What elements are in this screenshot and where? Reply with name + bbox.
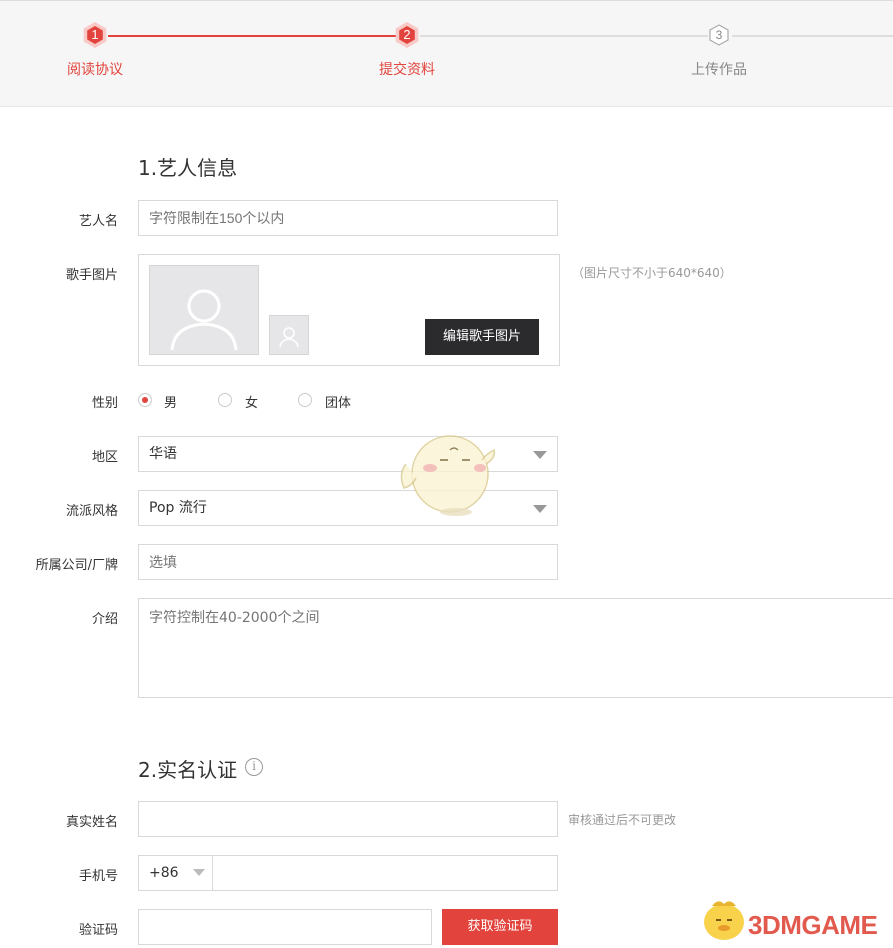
- genre-value: Pop 流行: [149, 500, 207, 516]
- step-3-badge: 3: [706, 22, 732, 48]
- phone-prefix-chevron-down-icon[interactable]: [193, 869, 205, 876]
- step-line-todo: [420, 35, 708, 37]
- artist-name-label: 艺人名: [78, 214, 118, 229]
- verify-code-label: 验证码: [78, 923, 118, 938]
- section-real-name-title: 2.实名认证: [138, 758, 238, 782]
- step-2-number: 2: [403, 27, 411, 42]
- step-1-number: 1: [91, 27, 99, 42]
- gender-radio-female[interactable]: [218, 393, 232, 407]
- company-input[interactable]: [138, 544, 558, 580]
- real-name-input[interactable]: [138, 801, 558, 837]
- step-line-done: [108, 35, 398, 37]
- info-icon[interactable]: i: [245, 758, 263, 776]
- avatar-large-placeholder[interactable]: [149, 265, 259, 355]
- step-2-label: 提交资料: [379, 62, 435, 78]
- region-value: 华语: [149, 446, 177, 462]
- intro-textarea[interactable]: [138, 598, 893, 698]
- gender-radio-male[interactable]: [138, 393, 152, 407]
- step-progress-bar: 1 阅读协议 2 提交资料 3 上传作品: [0, 0, 893, 107]
- section-artist-info-title: 1.艺人信息: [138, 156, 238, 180]
- singer-photo-box: 编辑歌手图片: [138, 254, 560, 366]
- person-icon: [170, 289, 238, 351]
- avatar-small-placeholder[interactable]: [269, 315, 309, 355]
- phone-label: 手机号: [78, 869, 118, 884]
- artist-name-input[interactable]: [138, 200, 558, 236]
- real-name-hint: 审核通过后不可更改: [568, 813, 677, 827]
- step-3-label: 上传作品: [691, 62, 747, 78]
- gender-radio-group[interactable]: [298, 393, 312, 407]
- company-label: 所属公司/厂牌: [35, 558, 118, 573]
- gender-label: 性别: [91, 396, 118, 411]
- verify-code-input[interactable]: [138, 909, 432, 945]
- step-1-label: 阅读协议: [67, 62, 123, 78]
- singer-photo-label: 歌手图片: [65, 268, 118, 283]
- genre-label: 流派风格: [65, 504, 118, 519]
- step-1-badge: 1: [82, 22, 108, 48]
- genre-chevron-down-icon[interactable]: [533, 505, 547, 513]
- gender-option-female[interactable]: 女: [245, 392, 258, 411]
- mascot-sticker-icon: [400, 435, 496, 516]
- phone-divider: [212, 856, 213, 890]
- step-3-number: 3: [715, 28, 723, 42]
- intro-label: 介绍: [91, 612, 118, 627]
- step-line-tail: [732, 35, 893, 37]
- person-small-icon: [279, 327, 299, 348]
- get-verify-code-button[interactable]: 获取验证码: [442, 909, 558, 945]
- step-2-badge: 2: [394, 22, 420, 48]
- region-chevron-down-icon[interactable]: [533, 451, 547, 459]
- photo-size-hint: （图片尺寸不小于640*640）: [572, 266, 732, 280]
- watermark-mascot-icon: [704, 901, 744, 940]
- watermark-text: 3DMGAME: [748, 910, 878, 940]
- phone-number-input[interactable]: [214, 857, 558, 891]
- phone-prefix-value[interactable]: +86: [149, 865, 179, 881]
- gender-option-male[interactable]: 男: [164, 392, 177, 411]
- edit-singer-photo-button[interactable]: 编辑歌手图片: [425, 319, 539, 355]
- region-label: 地区: [91, 450, 118, 465]
- gender-option-group[interactable]: 团体: [325, 392, 351, 411]
- real-name-label: 真实姓名: [65, 815, 118, 830]
